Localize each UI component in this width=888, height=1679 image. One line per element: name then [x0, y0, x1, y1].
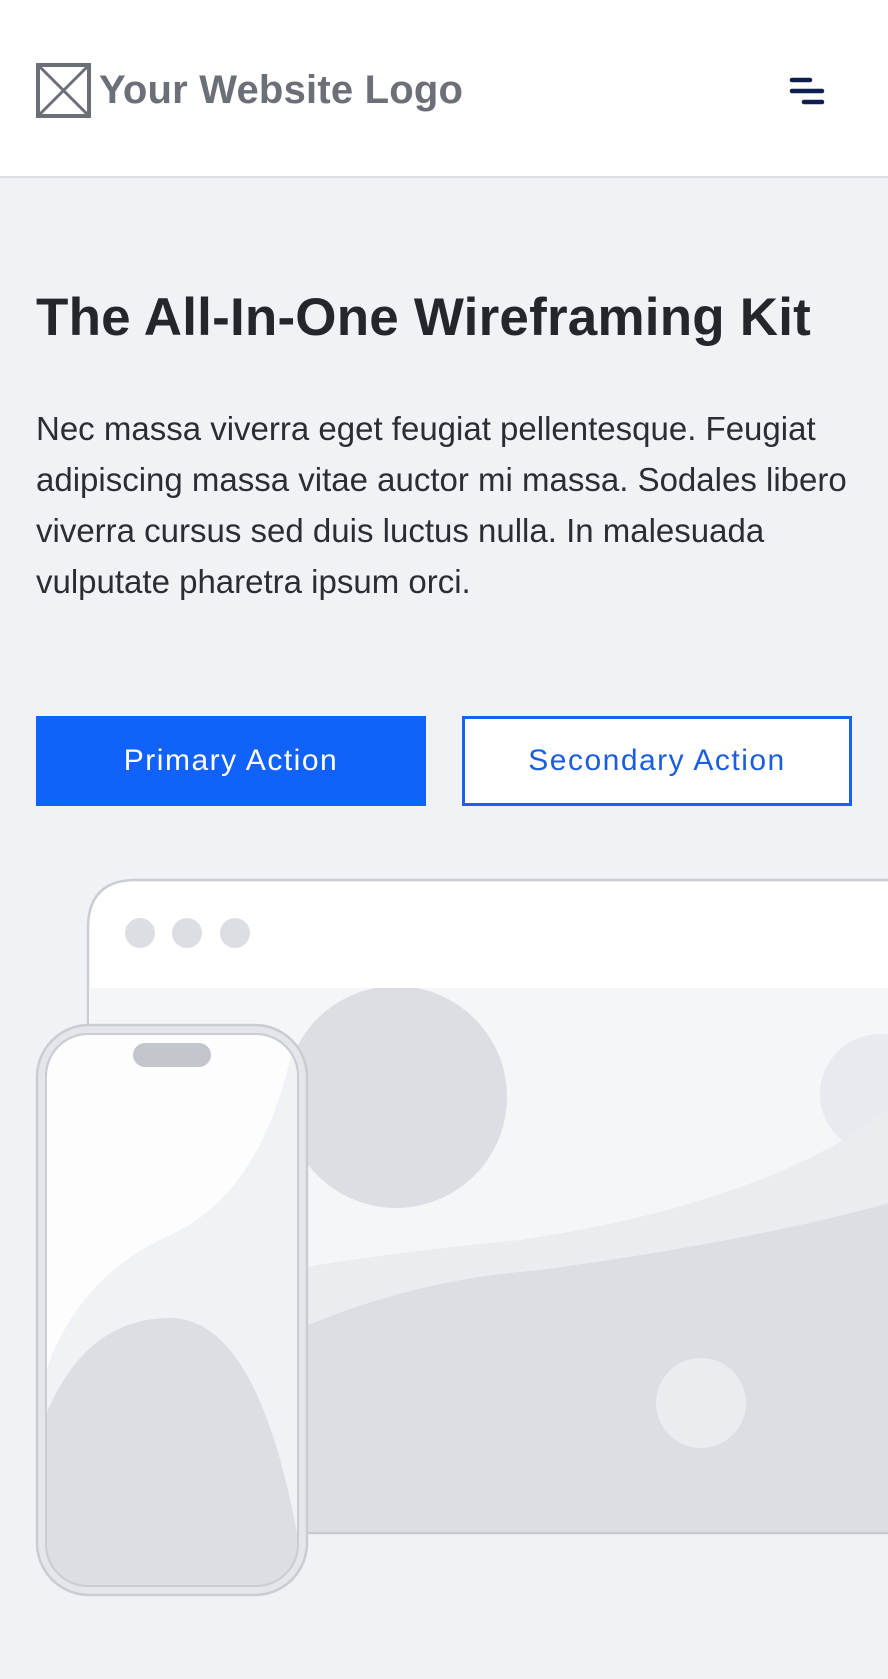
- site-logo[interactable]: Your Website Logo: [36, 63, 463, 118]
- secondary-action-button[interactable]: Secondary Action: [462, 716, 852, 806]
- mobile-phone-icon: [35, 1023, 309, 1597]
- hero-illustration: [35, 878, 888, 1597]
- window-dot-icon: [172, 918, 202, 948]
- moon-shape: [656, 1358, 746, 1448]
- hero-description: Nec massa viverra eget feugiat pellentes…: [36, 410, 847, 600]
- logo-text: Your Website Logo: [99, 68, 464, 112]
- site-header: Your Website Logo: [0, 0, 888, 178]
- primary-action-button[interactable]: Primary Action: [36, 716, 426, 806]
- hero-title: The All-In-One Wireframing Kit: [36, 288, 812, 347]
- image-placeholder-icon: [36, 63, 91, 118]
- hamburger-menu-icon[interactable]: [782, 72, 834, 114]
- phone-notch: [133, 1043, 211, 1067]
- window-dot-icon: [220, 918, 250, 948]
- sun-shape: [285, 988, 507, 1208]
- window-dot-icon: [125, 918, 155, 948]
